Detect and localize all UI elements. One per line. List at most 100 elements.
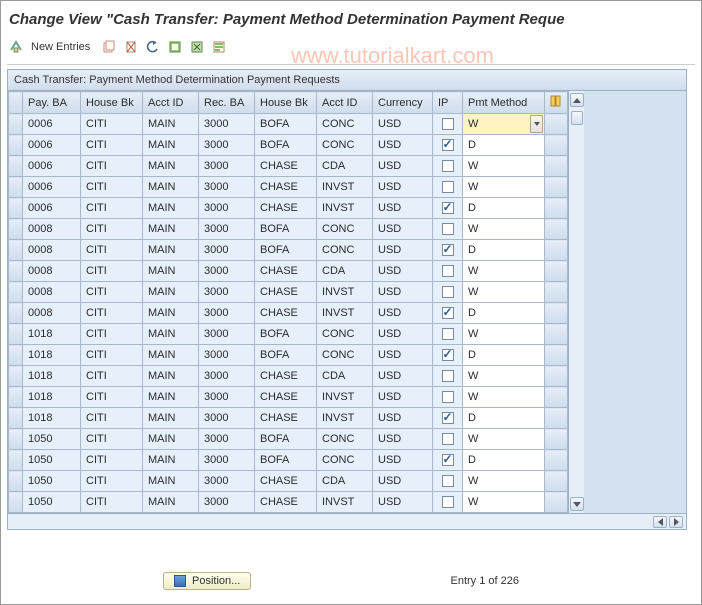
checkbox-icon[interactable] [442,328,454,340]
table-row[interactable]: 1050CITIMAIN3000BOFACONCUSDD [9,450,568,471]
table-row[interactable]: 1018CITIMAIN3000CHASEINVSTUSDD [9,408,568,429]
table-row[interactable]: 0008CITIMAIN3000BOFACONCUSDW [9,219,568,240]
column-house-bk-2[interactable]: House Bk [255,92,317,114]
row-selector[interactable] [9,324,23,345]
row-selector[interactable] [9,177,23,198]
checkbox-icon[interactable] [442,223,454,235]
cell-pmt-method[interactable]: W [463,324,545,345]
column-config-icon[interactable] [545,92,568,114]
row-selector[interactable] [9,114,23,135]
row-selector[interactable] [9,198,23,219]
row-selector[interactable] [9,219,23,240]
cell-ip-checkbox[interactable] [433,492,463,513]
table-row[interactable]: 0006CITIMAIN3000CHASEINVSTUSDD [9,198,568,219]
row-selector[interactable] [9,345,23,366]
cell-pmt-method[interactable]: W [463,219,545,240]
cell-ip-checkbox[interactable] [433,240,463,261]
checkbox-icon[interactable] [442,202,454,214]
table-row[interactable]: 0006CITIMAIN3000CHASECDAUSDW [9,156,568,177]
cell-ip-checkbox[interactable] [433,303,463,324]
row-selector[interactable] [9,303,23,324]
f4-help-icon[interactable] [530,115,543,133]
cell-pmt-method[interactable]: D [463,240,545,261]
column-select-all[interactable] [9,92,23,114]
table-row[interactable]: 1018CITIMAIN3000CHASECDAUSDW [9,366,568,387]
cell-ip-checkbox[interactable] [433,387,463,408]
cell-pmt-method[interactable]: W [463,282,545,303]
table-row[interactable]: 1050CITIMAIN3000BOFACONCUSDW [9,429,568,450]
checkbox-icon[interactable] [442,181,454,193]
table-row[interactable]: 1018CITIMAIN3000BOFACONCUSDW [9,324,568,345]
table-row[interactable]: 1018CITIMAIN3000CHASEINVSTUSDW [9,387,568,408]
checkbox-icon[interactable] [442,475,454,487]
cell-ip-checkbox[interactable] [433,429,463,450]
table-row[interactable]: 0006CITIMAIN3000BOFACONCUSDD [9,135,568,156]
checkbox-icon[interactable] [442,454,454,466]
column-currency[interactable]: Currency [373,92,433,114]
row-selector[interactable] [9,408,23,429]
checkbox-icon[interactable] [442,307,454,319]
column-acct-id[interactable]: Acct ID [143,92,199,114]
row-selector[interactable] [9,450,23,471]
checkbox-icon[interactable] [442,370,454,382]
cell-ip-checkbox[interactable] [433,261,463,282]
new-entries-button[interactable]: New Entries [29,41,96,53]
row-selector[interactable] [9,282,23,303]
cell-pmt-method[interactable]: W [463,429,545,450]
cell-ip-checkbox[interactable] [433,198,463,219]
row-selector[interactable] [9,366,23,387]
cell-pmt-method[interactable]: W [463,471,545,492]
cell-ip-checkbox[interactable] [433,471,463,492]
column-pay-ba[interactable]: Pay. BA [23,92,81,114]
delete-icon[interactable] [122,38,140,56]
checkbox-icon[interactable] [442,286,454,298]
cell-pmt-method[interactable]: W [463,177,545,198]
table-row[interactable]: 1050CITIMAIN3000CHASECDAUSDW [9,471,568,492]
cell-pmt-method[interactable]: W [463,114,545,135]
table-row[interactable]: 1018CITIMAIN3000BOFACONCUSDD [9,345,568,366]
table-row[interactable]: 0008CITIMAIN3000CHASEINVSTUSDW [9,282,568,303]
cell-pmt-method[interactable]: D [463,198,545,219]
scroll-left-icon[interactable] [653,516,667,528]
checkbox-icon[interactable] [442,412,454,424]
column-acct-id-2[interactable]: Acct ID [317,92,373,114]
copy-icon[interactable] [100,38,118,56]
scroll-right-icon[interactable] [669,516,683,528]
cell-pmt-method[interactable]: D [463,408,545,429]
table-row[interactable]: 1050CITIMAIN3000CHASEINVSTUSDW [9,492,568,513]
checkbox-icon[interactable] [442,496,454,508]
cell-ip-checkbox[interactable] [433,345,463,366]
column-ip[interactable]: IP [433,92,463,114]
deselect-all-icon[interactable] [188,38,206,56]
checkbox-icon[interactable] [442,391,454,403]
cell-ip-checkbox[interactable] [433,219,463,240]
row-selector[interactable] [9,261,23,282]
checkbox-icon[interactable] [442,160,454,172]
print-icon[interactable] [210,38,228,56]
cell-ip-checkbox[interactable] [433,282,463,303]
column-pmt-method[interactable]: Pmt Method [463,92,545,114]
cell-pmt-method[interactable]: W [463,387,545,408]
checkbox-icon[interactable] [442,118,454,130]
cell-pmt-method[interactable]: D [463,303,545,324]
cell-ip-checkbox[interactable] [433,408,463,429]
scroll-up-icon[interactable] [570,93,584,107]
scroll-down-icon[interactable] [570,497,584,511]
table-row[interactable]: 0008CITIMAIN3000CHASECDAUSDW [9,261,568,282]
cell-ip-checkbox[interactable] [433,114,463,135]
cell-ip-checkbox[interactable] [433,450,463,471]
table-row[interactable]: 0006CITIMAIN3000CHASEINVSTUSDW [9,177,568,198]
row-selector[interactable] [9,429,23,450]
row-selector[interactable] [9,471,23,492]
horizontal-scrollbar[interactable] [8,513,686,529]
checkbox-icon[interactable] [442,349,454,361]
table-row[interactable]: 0008CITIMAIN3000CHASEINVSTUSDD [9,303,568,324]
scroll-thumb[interactable] [571,111,583,125]
table-row[interactable]: 0008CITIMAIN3000BOFACONCUSDD [9,240,568,261]
cell-pmt-method[interactable]: D [463,345,545,366]
cell-pmt-method[interactable]: D [463,135,545,156]
vertical-scrollbar[interactable] [568,91,584,513]
cell-pmt-method[interactable]: W [463,366,545,387]
cell-ip-checkbox[interactable] [433,135,463,156]
row-selector[interactable] [9,156,23,177]
